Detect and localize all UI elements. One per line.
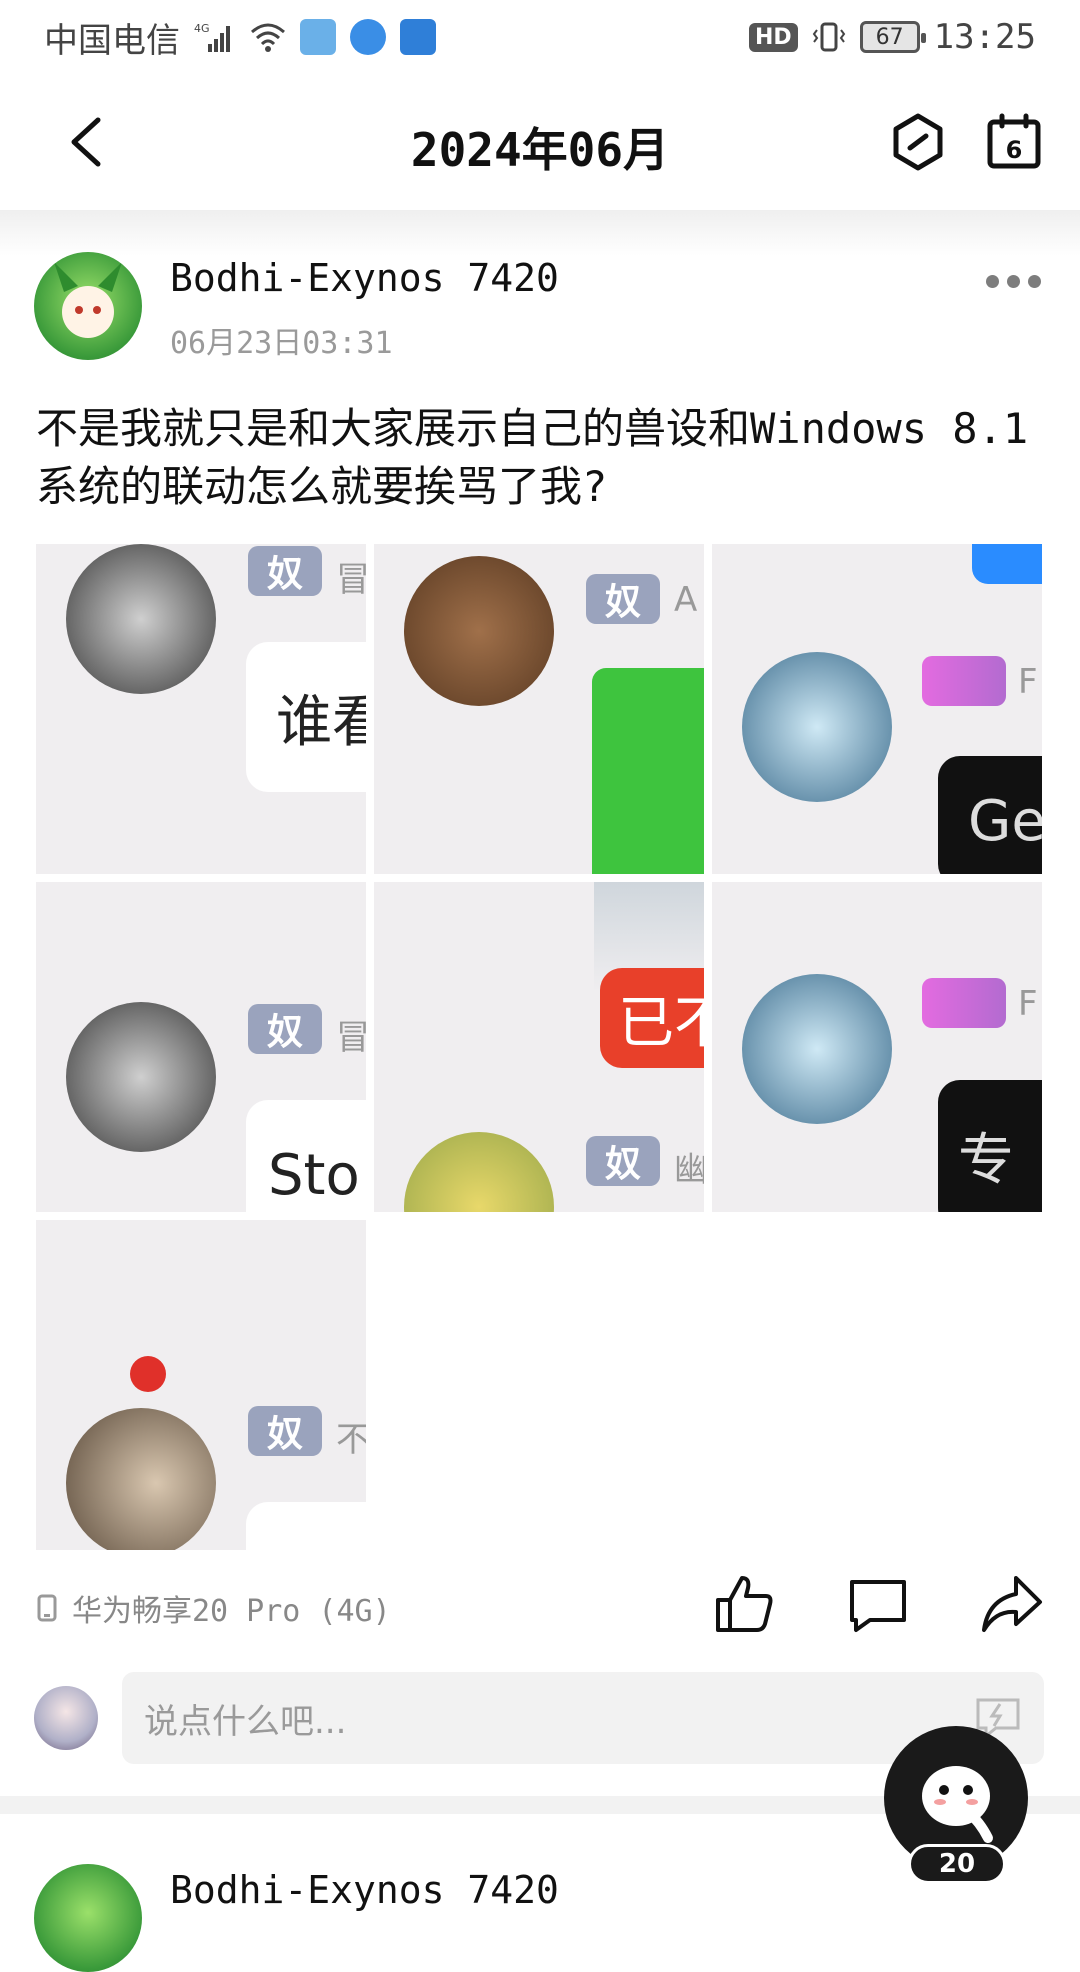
- post-username[interactable]: Bodhi-Exynos 7420: [170, 256, 559, 300]
- assistant-badge-count: 20: [908, 1844, 1006, 1884]
- avatar-character-icon: [54, 262, 122, 338]
- post-image-6[interactable]: F 专: [712, 882, 1042, 1212]
- post-image-3[interactable]: F Ge: [712, 544, 1042, 874]
- app-notification-icon: [300, 19, 336, 55]
- hexagon-button[interactable]: [886, 110, 950, 174]
- comment-button[interactable]: [846, 1572, 910, 1636]
- post-timestamp: 06月23日03:31: [170, 326, 393, 361]
- battery-level: 67: [875, 24, 904, 50]
- signal-icon: 4G: [194, 20, 236, 54]
- image-tag: 奴: [248, 1406, 322, 1456]
- chat-bubble: 谁看: [246, 642, 366, 792]
- calendar-button[interactable]: 6: [982, 110, 1046, 174]
- comment-icon: [850, 1580, 906, 1632]
- battery-icon: 67: [859, 21, 926, 53]
- calendar-icon: 6: [987, 113, 1041, 169]
- anime-avatar: [404, 556, 554, 706]
- next-post-username[interactable]: Bodhi-Exynos 7420: [170, 1868, 559, 1912]
- payment-notification-icon: [400, 19, 436, 55]
- image-tag: 奴: [248, 1004, 322, 1054]
- image-meta: 不: [336, 1420, 366, 1460]
- vibrate-icon: [812, 20, 846, 54]
- image-tag: 奴: [248, 546, 322, 596]
- post-image-7[interactable]: 奴 不: [36, 1220, 366, 1550]
- blue-bubble: [972, 544, 1042, 584]
- grayscale-avatar: [66, 1002, 216, 1152]
- post-image-1[interactable]: 奴 冒 谁看: [36, 544, 366, 874]
- chat-bubble: [246, 1502, 366, 1550]
- hexagon-slash-icon: [893, 113, 943, 171]
- share-icon: [982, 1576, 1042, 1632]
- post-image-4[interactable]: 奴 冒 Sto: [36, 882, 366, 1212]
- yellow-avatar: [404, 1132, 554, 1212]
- more-dot: [1028, 275, 1041, 288]
- status-bar: 中国电信 4G HD 67 13:25: [0, 0, 1080, 74]
- red-bubble: 已不: [600, 968, 704, 1068]
- current-user-avatar[interactable]: [34, 1686, 98, 1750]
- wolf-avatar: [742, 974, 892, 1124]
- thumbs-up-icon: [716, 1576, 773, 1632]
- green-bubble: [592, 668, 704, 874]
- chat-bubble: Sto: [246, 1100, 366, 1212]
- pink-badge: [922, 978, 1006, 1028]
- clock: 13:25: [933, 17, 1036, 57]
- svg-text:4G: 4G: [194, 22, 210, 35]
- more-dot: [1007, 275, 1020, 288]
- red-flower: [130, 1356, 166, 1392]
- header-divider: [0, 210, 1080, 256]
- pink-badge: [922, 656, 1006, 706]
- dark-bubble: 专: [938, 1080, 1042, 1212]
- browser-notification-icon: [350, 19, 386, 55]
- hd-badge: HD: [748, 22, 798, 52]
- comment-placeholder: 说点什么吧...: [144, 1701, 347, 1742]
- top-bar: 2024年06月 6: [0, 74, 1080, 210]
- image-meta: F: [1018, 662, 1038, 702]
- image-tag: 奴: [586, 574, 660, 624]
- image-meta: 幽: [674, 1150, 704, 1190]
- image-meta: F: [1018, 984, 1038, 1024]
- post-device: 华为畅享20 Pro (4G): [36, 1586, 391, 1630]
- post-image-5[interactable]: 已不 奴 幽: [374, 882, 704, 1212]
- svg-text:6: 6: [1006, 136, 1023, 164]
- image-tag: 奴: [586, 1136, 660, 1186]
- share-button[interactable]: [980, 1572, 1044, 1636]
- image-meta: 冒: [336, 1018, 366, 1058]
- wolf-avatar: [742, 652, 892, 802]
- wifi-icon: [250, 22, 286, 52]
- image-meta: A: [674, 580, 698, 620]
- like-button[interactable]: [712, 1572, 776, 1636]
- dark-bubble: Ge: [938, 756, 1042, 874]
- post-image-2[interactable]: 奴 A: [374, 544, 704, 874]
- more-dot: [986, 275, 999, 288]
- grayscale-avatar: [66, 544, 216, 694]
- post-content: 不是我就只是和大家展示自己的兽设和Windows 8.1系统的联动怎么就要挨骂了…: [36, 404, 1029, 511]
- image-meta: 冒: [336, 560, 366, 600]
- device-label: 华为畅享20 Pro (4G): [72, 1594, 391, 1629]
- phone-icon: [37, 1594, 57, 1622]
- more-options-button[interactable]: [986, 275, 1042, 295]
- post-author-avatar[interactable]: [34, 252, 142, 360]
- carrier-label: 中国电信: [44, 20, 180, 61]
- cat-avatar: [66, 1408, 216, 1550]
- next-post-avatar[interactable]: [34, 1864, 142, 1972]
